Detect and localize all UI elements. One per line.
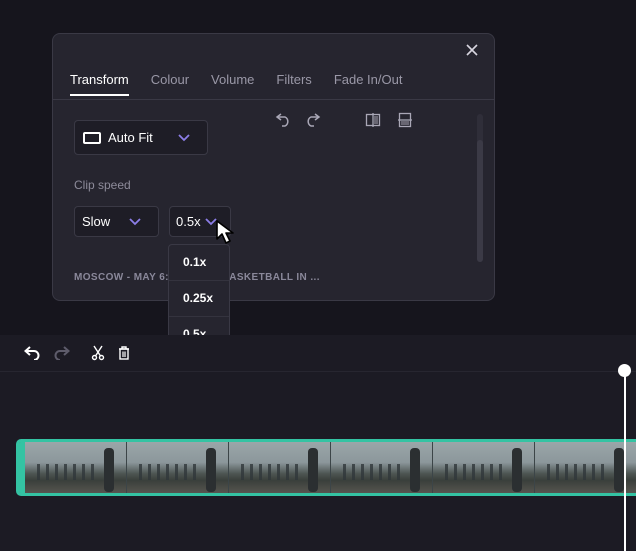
scrollbar-thumb[interactable] bbox=[477, 140, 483, 262]
speed-dropdown-menu: 0.1x 0.25x 0.5x bbox=[168, 244, 230, 349]
chevron-down-icon bbox=[128, 217, 142, 227]
clip-speed-label: Clip speed bbox=[74, 178, 131, 192]
tab-filters[interactable]: Filters bbox=[276, 72, 311, 96]
tab-divider bbox=[53, 99, 494, 100]
mouse-cursor-icon bbox=[214, 219, 240, 252]
monitor-icon bbox=[83, 131, 101, 144]
timeline-toolbar bbox=[22, 345, 144, 361]
trash-icon[interactable] bbox=[114, 345, 134, 361]
fit-select-value: Auto Fit bbox=[108, 130, 153, 145]
clip-thumbnail bbox=[229, 442, 331, 493]
close-icon[interactable] bbox=[464, 44, 480, 60]
scissors-icon[interactable] bbox=[88, 345, 108, 361]
undo-icon[interactable] bbox=[22, 345, 42, 361]
clip-thumbnail bbox=[535, 442, 636, 493]
clip-thumbnail bbox=[127, 442, 229, 493]
video-clip[interactable] bbox=[16, 439, 636, 496]
fit-select[interactable]: Auto Fit bbox=[74, 120, 208, 155]
tab-transform[interactable]: Transform bbox=[70, 72, 129, 96]
transform-toolbar bbox=[273, 112, 415, 128]
undo-icon[interactable] bbox=[273, 112, 293, 128]
chevron-down-icon bbox=[177, 133, 191, 143]
tab-fade[interactable]: Fade In/Out bbox=[334, 72, 403, 96]
playhead[interactable] bbox=[624, 371, 626, 551]
clip-thumbnail bbox=[433, 442, 535, 493]
speed-option[interactable]: 0.25x bbox=[169, 281, 229, 317]
flip-vertical-icon[interactable] bbox=[395, 112, 415, 128]
speed-value: 0.5x bbox=[176, 214, 201, 229]
clip-thumbnail bbox=[25, 442, 127, 493]
tab-colour[interactable]: Colour bbox=[151, 72, 189, 96]
speed-mode-select[interactable]: Slow bbox=[74, 206, 159, 237]
timeline-separator bbox=[0, 371, 636, 372]
redo-icon[interactable] bbox=[52, 345, 72, 361]
timeline bbox=[0, 335, 636, 551]
panel-scrollbar[interactable] bbox=[477, 114, 483, 262]
speed-mode-value: Slow bbox=[82, 214, 111, 229]
playhead-handle[interactable] bbox=[618, 364, 631, 377]
clip-thumbnails bbox=[25, 442, 636, 493]
redo-icon[interactable] bbox=[303, 112, 323, 128]
clip-thumbnail bbox=[331, 442, 433, 493]
tab-volume[interactable]: Volume bbox=[211, 72, 254, 96]
clip-properties-panel: Transform Colour Volume Filters Fade In/… bbox=[52, 33, 495, 301]
flip-horizontal-icon[interactable] bbox=[363, 112, 383, 128]
panel-tabs: Transform Colour Volume Filters Fade In/… bbox=[70, 72, 424, 96]
